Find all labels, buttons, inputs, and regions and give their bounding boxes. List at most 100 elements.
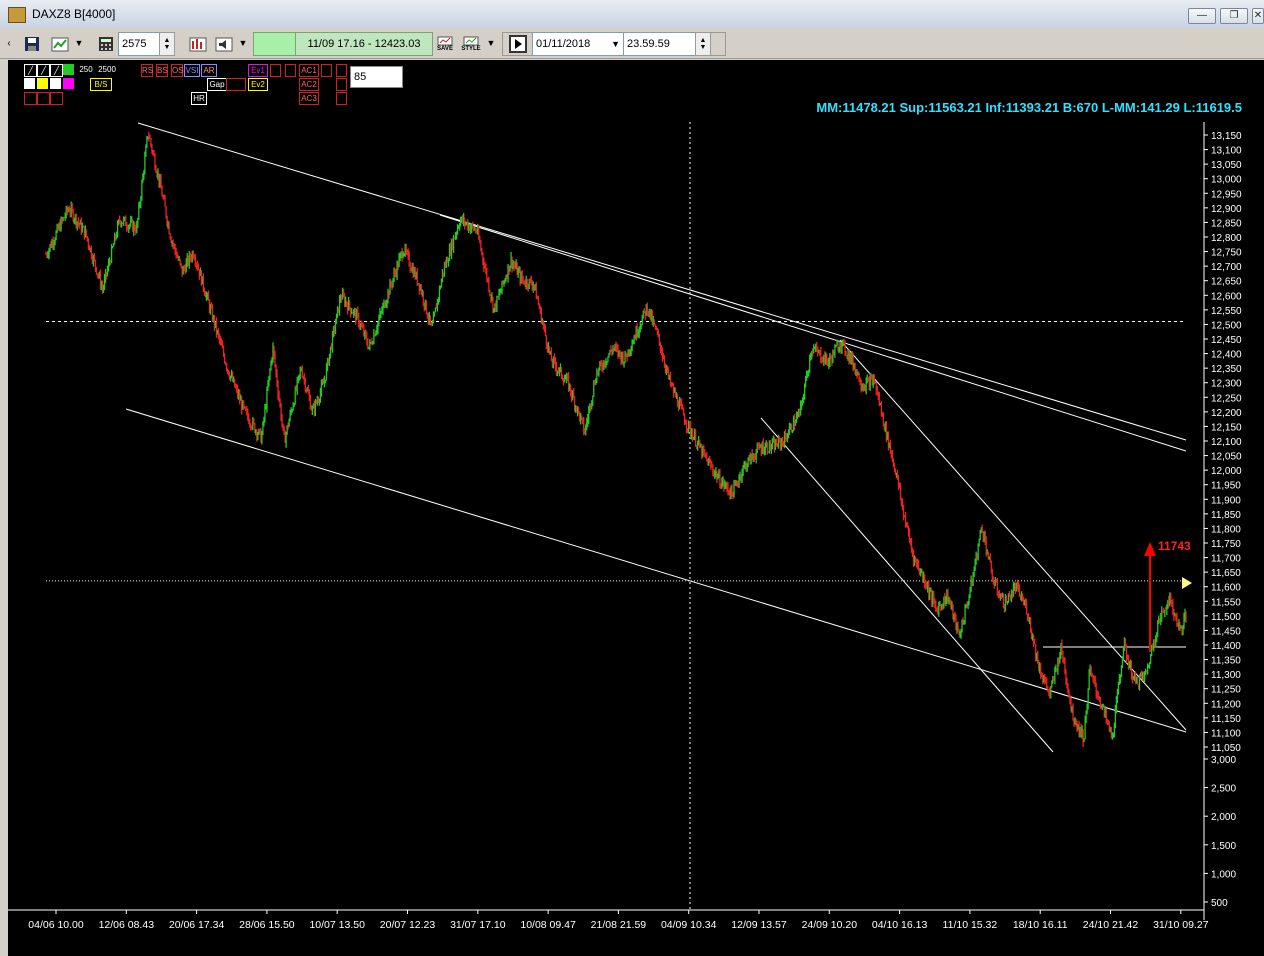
time-tick-label: 10/07 13.50 [309, 919, 365, 931]
toolbar: ‹ ▼ 2575 ▲ ▼ ▼ 11/09 17.16 - 12423.03 SAV… [0, 28, 1264, 59]
close-button[interactable]: ✕ [1252, 8, 1264, 24]
time-tick-label: 28/06 15.50 [239, 919, 295, 931]
last-price-marker [1182, 577, 1192, 589]
target-label: 11743 [1158, 539, 1191, 553]
price-tick-label: 12,550 [1211, 306, 1242, 317]
price-tick-label: 12,400 [1211, 350, 1242, 361]
price-tick-label: 12,850 [1211, 218, 1242, 229]
price-tick-label: 12,250 [1211, 393, 1242, 404]
price-tick-label: 11,150 [1211, 714, 1241, 725]
wedge-line-1 [760, 417, 1054, 753]
price-tick-label: 12,600 [1211, 291, 1242, 302]
save-layout-label: SAVE [437, 45, 453, 52]
time-tick-label: 04/06 10.00 [28, 919, 84, 931]
window-title: DAXZ8 B[4000] [32, 7, 116, 21]
chart-settings-icon[interactable] [186, 32, 210, 56]
chart-type-icon[interactable] [48, 32, 72, 56]
target-arrow: 11743 [1144, 539, 1192, 652]
target-arrow-head [1144, 542, 1156, 556]
price-tick-label: 12,900 [1211, 204, 1242, 215]
price-tick-label: 12,050 [1211, 452, 1242, 463]
price-tick-label: 11,500 [1211, 612, 1241, 623]
time-tick-label: 12/09 13.57 [731, 919, 787, 931]
go-to-date-icon[interactable] [506, 32, 530, 56]
price-tick-label: 12,300 [1211, 379, 1242, 390]
time-tick-label: 20/06 17.34 [169, 919, 225, 931]
minimize-button[interactable]: — [1188, 8, 1216, 24]
price-tick-label: 13,150 [1211, 131, 1242, 142]
volume-tick-label: 2,500 [1211, 784, 1236, 795]
time-tick-label: 31/07 17.10 [450, 919, 506, 931]
window-titlebar: DAXZ8 B[4000] — ❐ ✕ [0, 0, 1264, 29]
time-tick-label: 12/06 08.43 [99, 919, 155, 931]
price-tick-label: 12,500 [1211, 320, 1242, 331]
app-icon [8, 7, 26, 23]
price-tick-label: 12,000 [1211, 466, 1242, 477]
time-field[interactable]: 23.59.59 [623, 32, 698, 56]
price-tick-label: 11,700 [1211, 554, 1241, 565]
price-tick-label: 11,800 [1211, 524, 1241, 535]
trendlines [125, 122, 1187, 910]
time-stepper[interactable]: ▲ ▼ [695, 32, 711, 56]
save-layout-button[interactable]: SAVE [433, 32, 457, 56]
horizontal-levels [46, 321, 1186, 648]
time-tick-label: 24/09 10.20 [802, 919, 858, 931]
channel-lower-line [125, 408, 1187, 733]
price-tick-label: 11,350 [1211, 656, 1241, 667]
time-axis: 04/06 10.00 12/06 08.43 20/06 17.34 28/06 1… [8, 909, 1209, 931]
channel-upper-line-2 [439, 214, 1187, 452]
time-tick-label: 20/07 12.23 [380, 919, 436, 931]
price-chart[interactable]: 11743 13,150 13,100 13,050 13,000 12,950 12,9… [8, 60, 1264, 956]
price-tick-label: 11,300 [1211, 670, 1241, 681]
time-tick-label: 11/10 15.32 [943, 919, 998, 931]
volume-tick-label: 3,000 [1211, 755, 1236, 766]
chart-type-dropdown-icon[interactable]: ▼ [72, 32, 86, 54]
bar-info-display: 11/09 17.16 - 12423.03 [295, 32, 433, 56]
price-tick-label: 12,450 [1211, 335, 1242, 346]
price-tick-label: 11,450 [1211, 626, 1241, 637]
save-icon[interactable] [20, 32, 44, 56]
style-button[interactable]: STYLE [459, 32, 483, 56]
price-tick-label: 12,950 [1211, 189, 1242, 200]
price-tick-label: 11,550 [1211, 597, 1241, 608]
time-tick-label: 18/10 16.11 [1013, 919, 1068, 931]
date-field[interactable]: 01/11/2018 ▼ [532, 32, 625, 56]
time-tick-label: 24/10 21.42 [1083, 919, 1139, 931]
bars-count-field[interactable]: 2575 [118, 32, 161, 56]
price-tick-label: 11,650 [1211, 568, 1241, 579]
price-tick-label: 11,750 [1211, 539, 1241, 550]
restore-button[interactable]: ❐ [1220, 8, 1248, 24]
price-tick-label: 11,050 [1211, 743, 1241, 754]
style-label: STYLE [461, 45, 481, 52]
scroll-left-icon[interactable]: ‹ [4, 32, 14, 54]
sound-icon[interactable] [212, 32, 236, 56]
chart-panel[interactable]: ╱ ╱ ╱ 250 2500 B/S Gap VSI AR Ev1 Ev2 AC… [8, 60, 1264, 956]
bars-count-stepper[interactable]: ▲ ▼ [159, 32, 175, 56]
price-tick-label: 11,900 [1211, 495, 1241, 506]
price-tick-label: 13,000 [1211, 175, 1242, 186]
date-dropdown-icon[interactable]: ▼ [611, 39, 620, 49]
volume-tick-label: 500 [1211, 898, 1228, 909]
time-tick-label: 04/10 16.13 [872, 919, 928, 931]
price-tick-label: 11,250 [1211, 685, 1241, 696]
wedge-line-2 [839, 339, 1187, 731]
time-tick-label: 21/08 21.59 [591, 919, 647, 931]
sound-dropdown-icon[interactable]: ▼ [236, 32, 250, 54]
price-tick-label: 11,950 [1211, 481, 1241, 492]
time-tick-label: 10/08 09.47 [520, 919, 576, 931]
time-tick-label: 31/10 09.27 [1153, 919, 1209, 931]
price-tick-label: 11,600 [1211, 583, 1241, 594]
status-indicator [253, 32, 297, 56]
price-tick-label: 11,400 [1211, 641, 1241, 652]
price-tick-label: 11,200 [1211, 699, 1241, 710]
volume-tick-label: 2,000 [1211, 812, 1236, 823]
calculator-icon[interactable] [94, 32, 118, 56]
price-tick-label: 13,050 [1211, 160, 1242, 171]
price-tick-label: 12,750 [1211, 248, 1242, 259]
price-tick-label: 12,150 [1211, 422, 1242, 433]
time-tick-label: 04/09 10.34 [661, 919, 717, 931]
price-tick-label: 12,650 [1211, 277, 1242, 288]
style-dropdown-icon[interactable]: ▼ [484, 32, 498, 54]
price-bars [45, 131, 1187, 747]
price-tick-label: 12,700 [1211, 262, 1242, 273]
